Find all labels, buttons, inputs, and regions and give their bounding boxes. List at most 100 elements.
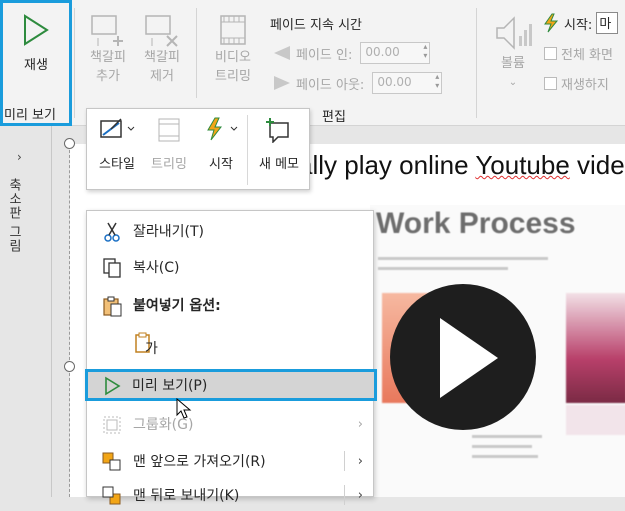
blurred-text (378, 267, 508, 270)
start-row: 시작: 마 (542, 12, 619, 34)
chevron-down-icon: ⌄ (508, 77, 518, 88)
start-label: 시작: (564, 17, 593, 33)
play-icon (440, 318, 498, 398)
selection-border (69, 150, 70, 360)
mini-new-comment-label: 새 메모 (258, 157, 299, 172)
resize-handle-middle-left[interactable] (64, 361, 75, 372)
play-label: 재생 (24, 58, 48, 73)
context-menu: 잘라내기(T) 복사(C) 붙여넣기 옵션: 가 미리 보기(P) 그룹화(G)… (85, 210, 377, 505)
paste-text-only-glyph: 가 (145, 341, 158, 357)
group-label-edit: 편집 (322, 110, 346, 125)
mini-new-comment-button[interactable]: 새 메모 (251, 117, 307, 172)
bring-to-front-icon (102, 452, 121, 471)
hide-when-not-playing-option[interactable]: 재생하지 (544, 74, 609, 93)
mini-start-label: 시작 (209, 157, 233, 172)
volume-label: 볼륨 (501, 56, 525, 71)
video-style-icon (100, 118, 135, 138)
slide-title-misspelled-word: Youtube (475, 150, 570, 180)
blurred-text (472, 455, 538, 458)
group-label-preview: 미리 보기 (4, 108, 56, 123)
scissors-icon (104, 222, 120, 242)
trim-video-label-2: 트리밍 (215, 69, 251, 84)
menu-item-label: 맨 앞으로 가져오기(R) (133, 454, 266, 470)
chevron-right-icon[interactable]: › (358, 488, 363, 503)
fade-duration-label: 페이드 지속 시간 (270, 18, 362, 33)
blurred-text (378, 257, 548, 260)
add-bookmark-icon (91, 15, 123, 46)
chevron-right-icon[interactable]: › (358, 454, 363, 469)
menu-item-bring-to-front[interactable]: 맨 앞으로 가져오기(R) › (87, 445, 373, 477)
paste-icon (103, 296, 122, 317)
trim-video-button[interactable]: 비디오 트리밍 (204, 12, 262, 86)
send-to-back-icon (102, 486, 121, 505)
remove-bookmark-button[interactable]: 책갈피 제거 (136, 12, 188, 86)
expand-thumbnails-icon[interactable]: › (17, 150, 22, 164)
menu-item-label: 붙여넣기 옵션: (133, 298, 221, 314)
fade-out-row: 페이드 아웃: 00.00 (272, 72, 443, 94)
add-bookmark-label-1: 책갈피 (90, 50, 126, 65)
add-bookmark-button[interactable]: 책갈피 추가 (82, 12, 134, 86)
hide-when-not-playing-label: 재생하지 (561, 78, 609, 93)
mini-trim-label: 트리밍 (151, 157, 187, 172)
play-button[interactable]: 재생 (6, 14, 66, 75)
thumbnails-label[interactable]: 축소판 그림 (4, 178, 23, 253)
mini-style-label: 스타일 (99, 157, 135, 172)
slide-title-part: ally play online (298, 150, 476, 180)
start-select[interactable]: 마 (596, 12, 619, 34)
blurred-text (472, 445, 532, 448)
menu-item-copy[interactable]: 복사(C) (87, 251, 373, 283)
hide-when-not-playing-checkbox[interactable] (544, 77, 557, 90)
menu-item-label: 복사(C) (133, 260, 180, 276)
volume-button[interactable]: 볼륨 ⌄ (490, 14, 536, 92)
blurred-text (472, 435, 542, 438)
copy-icon (103, 258, 121, 278)
start-animation-icon (207, 117, 238, 141)
menu-item-preview[interactable]: 미리 보기(P) (85, 369, 377, 401)
menu-item-paste-options: 붙여넣기 옵션: (87, 289, 373, 321)
menu-item-label: 잘라내기(T) (133, 224, 204, 240)
separator (344, 451, 345, 471)
thumbnail-pane: › 축소판 그림 (0, 126, 52, 497)
mini-trim-button[interactable]: 트리밍 (145, 117, 193, 172)
fullscreen-label: 전체 화면 (561, 48, 613, 63)
volume-icon (496, 16, 532, 50)
separator (344, 485, 345, 505)
menu-item-group[interactable]: 그룹화(G) › (87, 408, 373, 440)
menu-item-send-to-back[interactable]: 맨 뒤로 보내기(K) › (87, 479, 373, 511)
mini-start-button[interactable]: 시작 (199, 117, 243, 172)
remove-bookmark-icon (145, 15, 178, 47)
play-icon (24, 14, 49, 46)
paste-option-text-only[interactable]: 가 (87, 329, 373, 361)
trim-video-icon (158, 118, 180, 142)
new-comment-icon (266, 118, 289, 143)
fade-in-row: 페이드 인: 00.00 (272, 42, 431, 64)
menu-item-cut[interactable]: 잘라내기(T) (87, 215, 373, 247)
mini-style-button[interactable]: 스타일 (93, 117, 141, 172)
fade-in-label: 페이드 인: (296, 47, 353, 63)
start-animation-icon (544, 13, 559, 33)
fade-out-spinner[interactable]: 00.00 (372, 72, 443, 94)
remove-bookmark-label-2: 제거 (150, 69, 174, 84)
fullscreen-option[interactable]: 전체 화면 (544, 44, 613, 63)
selection-border (69, 373, 70, 497)
slide-title-part: videos (577, 150, 625, 180)
fade-in-icon (274, 46, 290, 60)
mouse-cursor-icon (176, 398, 192, 419)
trim-video-icon (220, 15, 246, 45)
blurred-card (566, 405, 625, 435)
chevron-right-icon: › (357, 416, 363, 432)
fade-in-spinner[interactable]: 00.00 (360, 42, 431, 64)
video-thumbnail-title: Work Process (376, 207, 576, 240)
resize-handle-top-left[interactable] (64, 138, 75, 149)
separator (196, 8, 197, 98)
remove-bookmark-label-1: 책갈피 (144, 50, 180, 65)
menu-item-label: 미리 보기(P) (132, 378, 208, 394)
separator (247, 115, 248, 185)
separator (476, 8, 477, 118)
fullscreen-checkbox[interactable] (544, 47, 557, 60)
play-icon (105, 376, 121, 396)
slide-title-text[interactable]: ally play online Youtube videos (298, 150, 625, 181)
fade-out-icon (274, 76, 290, 90)
group-icon (103, 416, 121, 434)
menu-item-label: 맨 뒤로 보내기(K) (133, 488, 240, 504)
